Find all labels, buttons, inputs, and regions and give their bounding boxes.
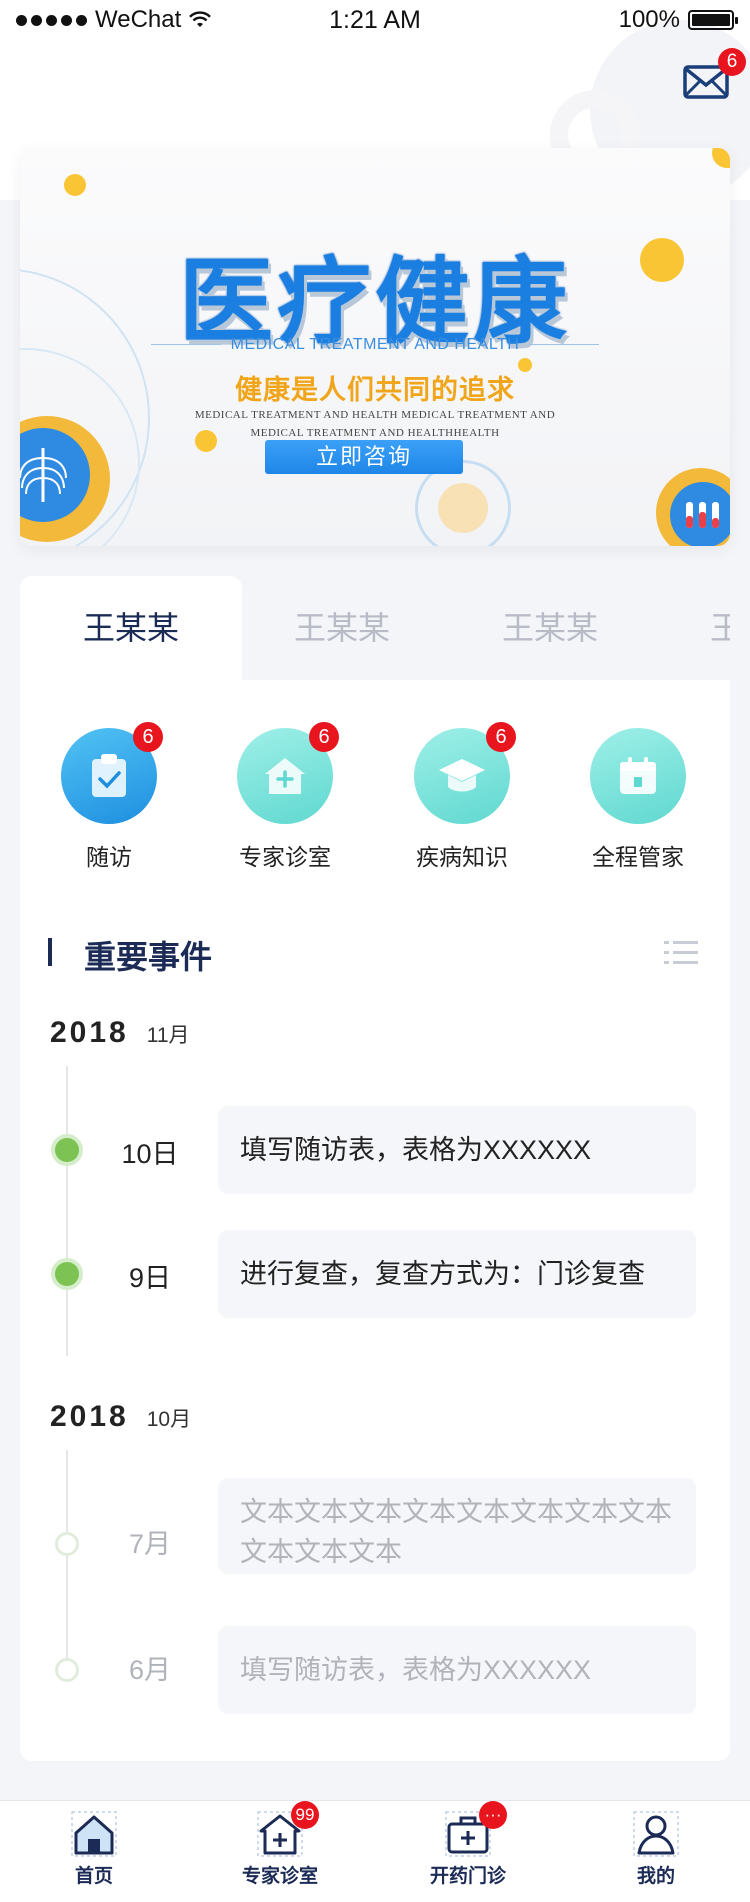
signal-dots-icon [16, 14, 87, 26]
nav-badge: 99 [291, 1801, 319, 1829]
calendar-icon [620, 757, 656, 794]
nav-profile[interactable]: 我的 [586, 1811, 726, 1888]
feature-label: 随访 [86, 844, 132, 870]
timeline-dot [55, 1532, 79, 1556]
nav-icon-wrap: ··· [445, 1801, 507, 1857]
nav-label: 我的 [636, 1866, 675, 1887]
feature-grid: 6 随访 6 专家诊室 6 疾病知识 全程管家 [20, 722, 730, 878]
event-day: 7月 [128, 1529, 172, 1559]
feature-expert-clinic[interactable]: 6 专家诊室 [210, 722, 360, 872]
nav-prescription[interactable]: ··· 开药门诊 [398, 1801, 538, 1888]
banner-dot [64, 174, 86, 196]
banner-slogan: 健康是人们共同的追求 [235, 375, 515, 405]
feature-icon-bg: 6 [61, 722, 163, 824]
test-tube-illustration [656, 468, 730, 546]
tab-patient-4[interactable]: 王 [710, 576, 730, 680]
feature-follow-up[interactable]: 6 随访 [34, 722, 184, 872]
mail-badge: 6 [718, 48, 746, 76]
event-day: 10日 [121, 1139, 179, 1169]
feature-label: 全程管家 [592, 844, 684, 870]
banner-subtitle-en: MEDICAL TREATMENT AND HEALTH [20, 336, 730, 354]
nav-icon-wrap [633, 1811, 679, 1857]
month-label: 11月 [146, 1024, 190, 1047]
status-right: 100% [474, 6, 738, 34]
event-day: 9日 [128, 1263, 172, 1293]
feature-label: 专家诊室 [239, 844, 331, 870]
timeline-dot [55, 1658, 79, 1682]
status-left: WeChat [16, 6, 276, 34]
year-label: 2018 [50, 1016, 129, 1049]
year-label: 2018 [50, 1400, 129, 1433]
feature-badge: 6 [133, 722, 163, 752]
tab-patient-3[interactable]: 王某某 [440, 576, 660, 680]
feature-badge: 6 [309, 722, 339, 752]
battery-percent: 100% [618, 6, 680, 33]
section-bar [48, 938, 52, 966]
nav-label: 首页 [74, 1866, 113, 1887]
timeline-dot [51, 1258, 83, 1290]
consult-now-button[interactable]: 立即咨询 [265, 440, 463, 474]
year-month-header: 2018 11月 [50, 1016, 190, 1056]
status-bar: WeChat 1:21 AM 100% [0, 0, 750, 40]
event-card[interactable]: 填写随访表，表格为XXXXXX [218, 1626, 696, 1714]
event-day: 6月 [128, 1655, 172, 1685]
feature-icon-bg: 6 [237, 722, 339, 824]
nav-badge: ··· [479, 1801, 507, 1829]
patient-tabs: 王某某 王某某 王某某 王 [20, 576, 730, 680]
banner[interactable]: 医疗健康 MEDICAL TREATMENT AND HEALTH 健康是人们共… [20, 148, 730, 546]
events-header: 重要事件 [20, 928, 730, 978]
nav-expert-clinic[interactable]: 99 专家诊室 [210, 1801, 350, 1888]
timeline-dot [51, 1134, 83, 1166]
bottom-nav: 首页 99 专家诊室 ··· 开药门诊 我的 [0, 1800, 750, 1902]
banner-subtitle-en-text: MEDICAL TREATMENT AND HEALTH [230, 336, 520, 353]
graduation-cap-icon [439, 759, 485, 792]
events-title: 重要事件 [84, 939, 213, 975]
banner-dot [712, 148, 730, 168]
carrier-label: WeChat [95, 6, 182, 33]
home-icon [71, 1811, 117, 1857]
battery-icon [688, 10, 738, 30]
timeline-line [66, 1066, 68, 1356]
event-card[interactable]: 进行复查，复查方式为：门诊复查 [218, 1230, 696, 1318]
status-time: 1:21 AM [329, 5, 421, 34]
nav-label: 专家诊室 [241, 1866, 318, 1887]
nav-icon-wrap: 99 [257, 1801, 319, 1857]
tab-patient-1[interactable]: 王某某 [20, 576, 242, 680]
clipboard-check-icon [92, 754, 126, 797]
tab-patient-2[interactable]: 王某某 [242, 576, 442, 680]
list-icon[interactable] [664, 938, 698, 968]
nav-home[interactable]: 首页 [24, 1811, 164, 1888]
feature-disease-knowledge[interactable]: 6 疾病知识 [387, 722, 537, 872]
mail-button[interactable]: 6 [682, 48, 746, 108]
main-card: 王某某 王某某 王某某 王 6 随访 6 专家诊室 6 疾病知识 全程管家 重要… [20, 576, 730, 1761]
feature-label: 疾病知识 [416, 844, 508, 870]
banner-small-text: MEDICAL TREATMENT AND HEALTH MEDICAL TRE… [194, 409, 556, 439]
event-card[interactable]: 填写随访表，表格为XXXXXX [218, 1106, 696, 1194]
feature-full-care[interactable]: 全程管家 [563, 728, 713, 872]
feature-icon-bg [590, 728, 686, 824]
nav-label: 开药门诊 [429, 1866, 506, 1887]
feature-badge: 6 [486, 722, 516, 752]
nav-icon-wrap [71, 1811, 117, 1857]
year-month-header: 2018 10月 [50, 1400, 191, 1440]
event-card[interactable]: 文本文本文本文本文本文本文本文本文本文本文本 [218, 1478, 696, 1574]
clinic-house-icon [265, 758, 305, 794]
wifi-icon [189, 11, 212, 27]
month-label: 10月 [146, 1408, 192, 1431]
user-icon [633, 1811, 679, 1857]
feature-icon-bg: 6 [414, 722, 516, 824]
timeline-line [66, 1450, 68, 1670]
